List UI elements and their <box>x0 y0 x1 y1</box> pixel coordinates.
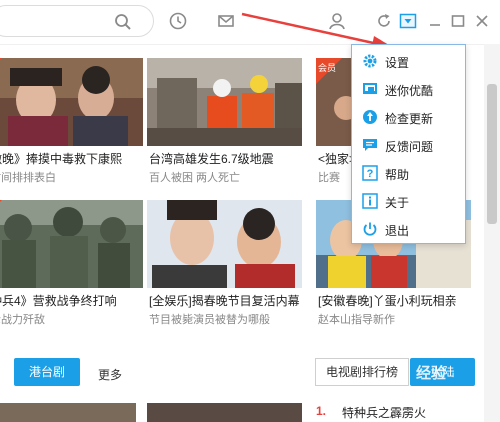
power-icon <box>362 221 378 237</box>
menu-item-about[interactable]: 关于 <box>352 188 465 216</box>
svg-text:?: ? <box>367 168 374 180</box>
menu-label: 反馈问题 <box>385 140 434 154</box>
menu-label: 帮助 <box>385 168 410 182</box>
menu-label: 迷你优酷 <box>385 84 434 98</box>
menu-item-feedback[interactable]: 反馈问题 <box>352 132 465 160</box>
menu-item-exit[interactable]: 退出 <box>352 216 465 244</box>
update-icon <box>362 109 378 125</box>
help-icon: ? <box>362 165 378 181</box>
menu-item-check-update[interactable]: 检查更新 <box>352 104 465 132</box>
menu-item-help[interactable]: ? 帮助 <box>352 160 465 188</box>
menu-item-mini-youku[interactable]: 迷你优酷 <box>352 76 465 104</box>
mini-player-icon <box>362 81 378 97</box>
menu-label: 退出 <box>385 224 410 238</box>
menu-label: 检查更新 <box>385 112 434 126</box>
feedback-icon <box>362 137 378 153</box>
info-icon <box>362 193 378 209</box>
menu-label: 设置 <box>385 56 410 70</box>
menu-item-settings[interactable]: 设置 <box>352 48 465 76</box>
menu-label: 关于 <box>385 196 410 210</box>
gear-icon <box>362 53 378 69</box>
settings-dropdown-menu: 设置 迷你优酷 检查更新 反馈问题 ? 帮助 关于 退出 <box>351 44 466 244</box>
